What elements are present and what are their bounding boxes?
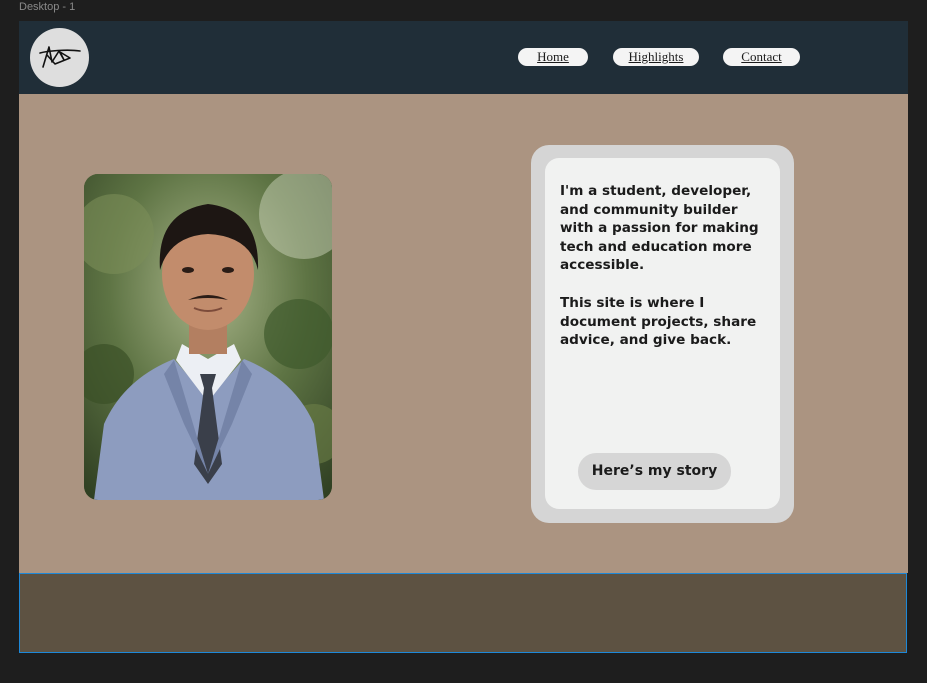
signature-logo-icon <box>38 45 81 68</box>
nav-highlights[interactable]: Highlights <box>613 48 699 66</box>
nav-contact[interactable]: Contact <box>723 48 800 66</box>
intro-card-inner: I'm a student, developer, and community … <box>545 158 780 509</box>
footer-section <box>19 573 907 653</box>
intro-card: I'm a student, developer, and community … <box>531 145 794 523</box>
frame-label: Desktop - 1 <box>19 1 76 13</box>
portrait-photo <box>84 174 332 500</box>
nav-home[interactable]: Home <box>518 48 588 66</box>
site-paragraph: This site is where I document projects, … <box>560 295 757 348</box>
my-story-button[interactable]: Here’s my story <box>578 453 731 490</box>
desktop-frame: Home Highlights Contact I'm a student, d… <box>19 21 908 573</box>
site-header: Home Highlights Contact <box>19 21 908 94</box>
site-logo[interactable] <box>30 28 89 87</box>
intro-paragraph: I'm a student, developer, and community … <box>560 183 759 273</box>
